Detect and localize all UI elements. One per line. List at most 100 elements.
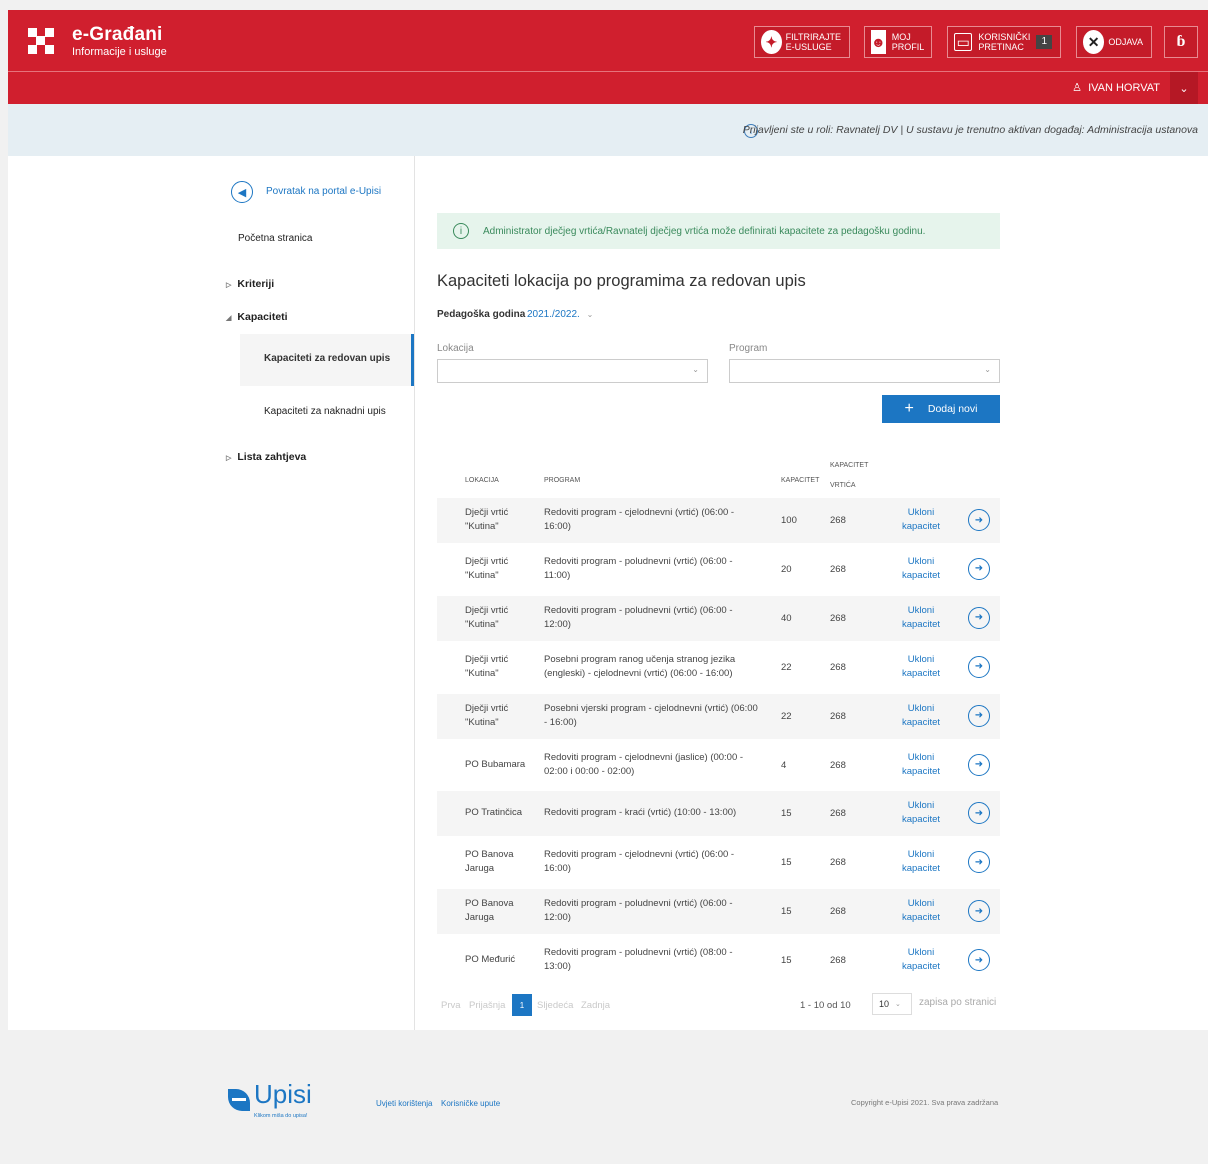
remove-capacity-link[interactable]: Ukloni kapacitet <box>891 653 951 681</box>
remove-capacity-line1: Ukloni <box>907 849 935 861</box>
cell-capacity: 20 <box>781 563 792 575</box>
profile-label-2: PROFIL <box>891 42 925 52</box>
inbox-button[interactable]: ▭ KORISNIČKI PRETINAC 1 <box>947 26 1061 58</box>
pager-prev[interactable]: Prijašnja <box>469 1000 505 1011</box>
chevron-down-icon: ⌄ <box>895 1001 901 1008</box>
table-row: Dječji vrtić "Kutina" Redoviti program - p… <box>437 595 1000 641</box>
remove-capacity-link[interactable]: Ukloni kapacitet <box>891 946 951 974</box>
user-icon: ♙ <box>1072 82 1082 94</box>
remove-capacity-line2: kapacitet <box>901 814 941 826</box>
remove-capacity-link[interactable]: Ukloni kapacitet <box>891 604 951 632</box>
remove-capacity-line1: Ukloni <box>907 800 935 812</box>
egradani-logo-icon[interactable] <box>28 28 54 54</box>
cell-program-line2: - 16:00) <box>544 716 577 728</box>
pager-first[interactable]: Prva <box>441 1000 461 1011</box>
sidebar-item-regular-capacities[interactable]: Kapaciteti za redovan upis <box>264 353 390 364</box>
cell-location-line1: Dječji vrtić <box>465 555 509 567</box>
arrow-right-icon[interactable]: ➜ <box>968 655 990 678</box>
arrow-right-icon[interactable]: ➜ <box>968 900 990 923</box>
arrow-right-icon[interactable]: ➜ <box>968 509 990 531</box>
filter-icon: ✦ <box>761 30 782 54</box>
cell-program: Posebni vjerski program - cjelodnevni (v… <box>544 702 774 730</box>
terms-link[interactable]: Uvjeti korištenja <box>376 1099 432 1108</box>
sidebar-item-criteria[interactable]: ▷ Kriteriji <box>226 278 274 290</box>
col-kindergarten-capacity: KAPACITET VRTIĆA <box>830 461 868 491</box>
accessibility-icon[interactable]: ɓ <box>1164 26 1198 58</box>
cell-program: Redoviti program - cjelodnevni (vrtić) (… <box>544 848 774 876</box>
col-capacity: KAPACITET <box>781 477 820 484</box>
inbox-label-2: PRETINAC <box>978 42 1024 52</box>
back-to-portal-link[interactable]: Povratak na portal e-Upisi <box>266 186 381 197</box>
sidebar-item-capacities[interactable]: ◢ Kapaciteti <box>226 311 288 323</box>
user-menu[interactable]: ♙ IVAN HORVAT <box>1072 81 1160 94</box>
cell-location: PO Banova Jaruga <box>465 897 535 925</box>
arrow-right-icon[interactable]: ➜ <box>968 704 990 727</box>
cell-program-line1: Redoviti program - poludnevni (vrtić) (0… <box>544 555 733 567</box>
cell-capacity: 15 <box>781 955 792 967</box>
cell-kindergarten-capacity: 268 <box>830 710 846 722</box>
sidebar-item-home[interactable]: Početna stranica <box>238 233 313 244</box>
cell-program-line1: Posebni program ranog učenja stranog jez… <box>544 653 736 665</box>
remove-capacity-link[interactable]: Ukloni kapacitet <box>891 799 951 827</box>
remove-capacity-link[interactable]: Ukloni kapacitet <box>891 555 951 583</box>
arrow-right-icon[interactable]: ➜ <box>968 949 990 972</box>
cell-program-line1: Redoviti program - poludnevni (vrtić) (0… <box>544 604 733 616</box>
copyright-text: Copyright e-Upisi 2021. Sva prava zadrža… <box>851 1098 999 1107</box>
logout-button[interactable]: ✕ ODJAVA <box>1076 26 1152 58</box>
arrow-left-icon[interactable]: ◀ <box>231 181 253 203</box>
arrow-right-icon[interactable]: ➜ <box>968 851 990 874</box>
remove-capacity-line2: kapacitet <box>901 618 941 630</box>
pager-next[interactable]: Sljedeća <box>537 1000 573 1011</box>
sidebar-item-late-capacities[interactable]: Kapaciteti za naknadni upis <box>264 406 386 417</box>
user-guide-link[interactable]: Korisničke upute <box>441 1099 500 1108</box>
cell-kindergarten-capacity: 268 <box>830 759 846 771</box>
cell-capacity: 22 <box>781 661 792 673</box>
add-new-button[interactable]: + Dodaj novi <box>882 395 1000 423</box>
cell-program-line2: 13:00) <box>544 961 571 973</box>
arrow-right-icon[interactable]: ➜ <box>968 753 990 776</box>
cell-location-line2: Jaruga <box>465 912 495 924</box>
pager-current[interactable]: 1 <box>512 994 532 1016</box>
triangle-down-icon: ◢ <box>226 315 232 322</box>
filter-services-button[interactable]: ✦ FILTRIRAJTE E-USLUGE <box>754 26 850 58</box>
remove-capacity-link[interactable]: Ukloni kapacitet <box>891 848 951 876</box>
triangle-right-icon: ▷ <box>226 282 232 289</box>
chevron-down-icon[interactable]: ⌄ <box>1170 72 1198 104</box>
location-select[interactable]: ⌄ <box>437 359 708 383</box>
remove-capacity-link[interactable]: Ukloni kapacitet <box>891 751 951 779</box>
record-range: 1 - 10 od 10 <box>800 1000 851 1011</box>
remove-capacity-line2: kapacitet <box>901 765 941 777</box>
remove-capacity-line2: kapacitet <box>901 521 941 532</box>
pager-last[interactable]: Zadnja <box>581 1000 610 1011</box>
table-row: Dječji vrtić "Kutina" Posebni vjerski prog… <box>437 693 1000 739</box>
table-row: PO Banova Jaruga Redoviti program - poludn… <box>437 889 1000 935</box>
arrow-right-icon[interactable]: ➜ <box>968 557 990 580</box>
remove-capacity-link[interactable]: Ukloni kapacitet <box>891 897 951 925</box>
cell-program-line2: 16:00) <box>544 863 571 875</box>
close-icon: ✕ <box>1083 30 1105 54</box>
cell-capacity: 22 <box>781 710 792 722</box>
user-bar <box>8 72 1208 104</box>
triangle-right-icon: ▷ <box>226 455 232 462</box>
arrow-right-icon[interactable]: ➜ <box>968 606 990 629</box>
cell-program-line1: Redoviti program - poludnevni (vrtić) (0… <box>544 947 733 959</box>
profile-label-1: MOJ <box>891 32 911 42</box>
cell-location: PO Banova Jaruga <box>465 848 535 876</box>
remove-capacity-link[interactable]: Ukloni kapacitet <box>891 702 951 730</box>
table-row: Dječji vrtić "Kutina" Redoviti program - p… <box>437 547 1000 592</box>
remove-capacity-link[interactable]: Ukloni kapacitet <box>891 506 951 534</box>
cell-location-line2: "Kutina" <box>465 667 499 679</box>
program-select[interactable]: ⌄ <box>729 359 1000 383</box>
app-title[interactable]: e-Građani <box>72 24 163 46</box>
cell-kindergarten-capacity: 268 <box>830 515 846 526</box>
sidebar-divider <box>414 156 415 1030</box>
my-profile-button[interactable]: ☻ MOJ PROFIL <box>864 26 932 58</box>
sidebar-item-requests[interactable]: ▷ Lista zahtjeva <box>226 451 306 463</box>
cell-kindergarten-capacity: 268 <box>830 661 846 673</box>
table-row: PO Tratinčica Redoviti program - kraći (v… <box>437 791 1000 837</box>
cell-location: PO Međurić <box>465 953 535 967</box>
per-page-select[interactable]: 10 ⌄ <box>872 993 912 1015</box>
table-row: Dječji vrtić "Kutina" Posebni program rano… <box>437 645 1000 690</box>
school-year-select[interactable]: 2021./2022. ⌄ <box>527 309 593 320</box>
arrow-right-icon[interactable]: ➜ <box>968 802 990 825</box>
